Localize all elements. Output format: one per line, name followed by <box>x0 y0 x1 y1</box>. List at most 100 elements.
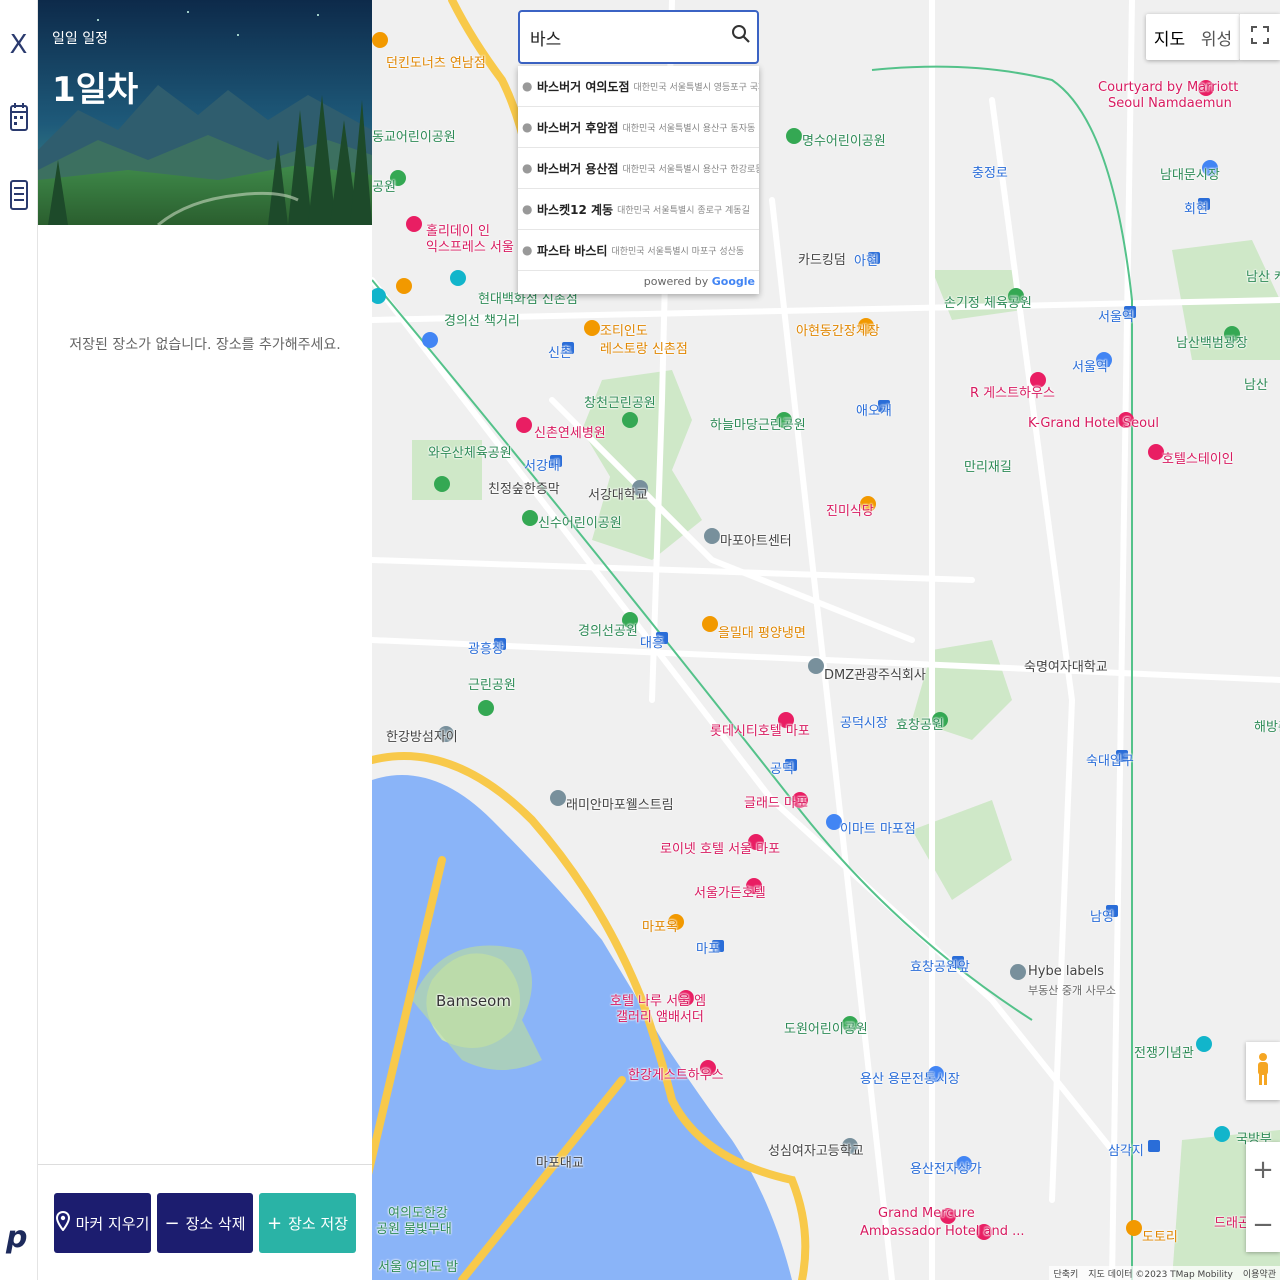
place-search-box[interactable] <box>518 10 759 64</box>
map-label[interactable]: 호텔스테이인 <box>1162 448 1234 467</box>
map-label[interactable]: Courtyard by Marriott <box>1098 80 1238 95</box>
map-label[interactable]: 로이넷 호텔 서울 마포 <box>660 838 780 857</box>
map-label[interactable]: 신수어린이공원 <box>538 512 622 531</box>
map-label[interactable]: 해방촌 <box>1254 716 1280 735</box>
map-label[interactable]: Hybe labels <box>1028 964 1104 979</box>
map-label[interactable]: DMZ관광주식회사 <box>824 664 926 683</box>
map-label[interactable]: 손기정 체육공원 <box>944 292 1032 311</box>
clear-markers-button[interactable]: 마커 지우기 <box>54 1193 151 1253</box>
zoom-out-button[interactable]: − <box>1246 1197 1280 1252</box>
suggestion-item[interactable]: ● 바스버거 후암점 대한민국 서울특별시 용산구 동자동 <box>518 107 759 148</box>
map-label[interactable]: 롯데시티호텔 마포 <box>710 720 810 739</box>
map-type-satellite-button[interactable]: 위성 <box>1193 14 1240 60</box>
map-label[interactable]: 광흥창 <box>468 638 504 657</box>
map-label[interactable]: 남산 케이 <box>1246 266 1280 285</box>
map-label[interactable]: 글래드 마포 <box>744 792 808 811</box>
map-label[interactable]: 공덕시장 <box>840 712 888 731</box>
minus-icon: − <box>164 1212 180 1234</box>
keyboard-shortcuts-link[interactable]: 단축키 <box>1053 1267 1078 1280</box>
map-label[interactable]: 동교어린이공원 <box>372 126 456 145</box>
map-label[interactable]: 조티인도 <box>600 320 648 339</box>
map-label[interactable]: 이마트 마포점 <box>840 818 916 837</box>
map-label[interactable]: 레스토랑 신촌점 <box>600 338 688 357</box>
map-label[interactable]: 도원어린이공원 <box>784 1018 868 1037</box>
map-label[interactable]: 신촌 <box>548 342 572 361</box>
map-label[interactable]: 공덕 <box>770 758 794 777</box>
map-label[interactable]: 친정숲한증막 <box>488 478 560 497</box>
map-canvas[interactable]: 던킨도너츠 연남점 동교어린이공원 공원 홀리데이 인 익스프레스 서울 홍대 … <box>372 0 1280 1280</box>
search-input[interactable] <box>528 26 732 48</box>
map-label[interactable]: 마포옥 <box>642 916 678 935</box>
map-label[interactable]: 남산 <box>1244 374 1268 393</box>
map-label[interactable]: 진미식당 <box>826 500 874 519</box>
map-label[interactable]: 서강대학교 <box>588 484 648 503</box>
map-label[interactable]: 효창공원앞 <box>910 956 970 975</box>
map-label[interactable]: 아현 <box>854 250 878 269</box>
map-label[interactable]: 숙명여자대학교 <box>1024 656 1108 675</box>
map-label[interactable]: Seoul Namdaemun <box>1108 96 1232 111</box>
map-label[interactable]: 창천근린공원 <box>584 392 656 411</box>
map-label[interactable]: 서강대 <box>524 455 560 474</box>
search-icon[interactable] <box>731 24 751 48</box>
map-label[interactable]: 만리재길 <box>964 456 1012 475</box>
map-label[interactable]: 도토리 <box>1142 1226 1178 1245</box>
map-label[interactable]: 용산 용문전통시장 <box>860 1068 960 1087</box>
map-label[interactable]: 서울역 <box>1098 306 1134 325</box>
map-label[interactable]: 명수어린이공원 <box>802 130 886 149</box>
calendar-icon[interactable] <box>0 96 37 136</box>
map-label[interactable]: 한강게스트하우스 <box>628 1064 724 1083</box>
map-label[interactable]: 용산전자상가 <box>910 1158 982 1177</box>
suggestion-item[interactable]: ● 파스타 바스티 대한민국 서울특별시 마포구 성산동 <box>518 230 759 271</box>
map-label[interactable]: 마포아트센터 <box>720 530 792 549</box>
map-label[interactable]: 아현동간장게장 <box>796 320 880 339</box>
map-label[interactable]: 카드킹덤 <box>798 249 846 268</box>
map-label[interactable]: 효창공원 <box>896 714 944 733</box>
suggestion-item[interactable]: ● 바스버거 여의도점 대한민국 서울특별시 영등포구 국제금융로 <box>518 66 759 107</box>
map-label[interactable]: 경의선공원 <box>578 620 638 639</box>
map-label[interactable]: 전쟁기념관 <box>1134 1042 1194 1061</box>
map-type-control: 지도 위성 <box>1146 14 1240 60</box>
fullscreen-button[interactable] <box>1240 14 1280 60</box>
map-label[interactable]: 서울역 <box>1072 356 1108 375</box>
map-label[interactable]: 충정로 <box>972 162 1008 181</box>
map-label[interactable]: 한강방섬자이 <box>386 726 458 745</box>
delete-place-button[interactable]: − 장소 삭제 <box>157 1193 253 1253</box>
map-label[interactable]: 경의선 책거리 <box>444 310 520 329</box>
map-label[interactable]: 마포대교 <box>536 1152 584 1171</box>
map-label[interactable]: 성심여자고등학교 <box>768 1140 864 1159</box>
map-label[interactable]: 갤러리 앰배서더 <box>616 1006 704 1025</box>
list-icon[interactable] <box>0 175 37 215</box>
save-place-button[interactable]: + 장소 저장 <box>259 1193 356 1253</box>
map-label[interactable]: 근린공원 <box>468 674 516 693</box>
zoom-in-button[interactable]: + <box>1246 1142 1280 1197</box>
map-label[interactable]: 숙대입구 <box>1086 750 1134 769</box>
suggestion-item[interactable]: ● 바스켓12 계동 대한민국 서울특별시 종로구 계동길 <box>518 189 759 230</box>
map-label[interactable]: 서울 여의도 밤 <box>378 1256 458 1275</box>
map-label[interactable]: 공원 물빛무대 <box>376 1218 452 1237</box>
map-label[interactable]: 래미안마포웰스트림 <box>566 794 674 813</box>
terms-link[interactable]: 이용약관 <box>1243 1267 1276 1280</box>
map-label[interactable]: 애오개 <box>856 400 892 419</box>
map-label[interactable]: 와우산체육공원 <box>428 442 512 461</box>
map-label[interactable]: 을밀대 평양냉면 <box>718 622 806 641</box>
map-label[interactable]: 회현 <box>1184 198 1208 217</box>
map-label[interactable]: 남산백범광장 <box>1176 332 1248 351</box>
map-label[interactable]: 서울가든호텔 <box>694 882 766 901</box>
suggestion-item[interactable]: ● 바스버거 용산점 대한민국 서울특별시 용산구 한강로동 한강... <box>518 148 759 189</box>
map-label[interactable]: R 게스트하우스 <box>970 382 1055 401</box>
street-view-pegman[interactable] <box>1246 1042 1280 1100</box>
close-icon[interactable]: X <box>0 25 37 65</box>
map-label[interactable]: 삼각지 <box>1108 1140 1144 1159</box>
map-label[interactable]: 남대문시장 <box>1160 164 1220 183</box>
map-type-roadmap-button[interactable]: 지도 <box>1146 14 1193 60</box>
map-label[interactable]: K-Grand Hotel Seoul <box>1028 416 1159 431</box>
map-label[interactable]: 공원 <box>372 176 396 195</box>
map-label[interactable]: 하늘마당근린공원 <box>710 414 806 433</box>
map-label[interactable]: Ambassador Hotel and ... <box>860 1224 1025 1239</box>
map-label[interactable]: 신촌연세병원 <box>534 422 606 441</box>
map-label[interactable]: 마포 <box>696 938 720 957</box>
map-label[interactable]: 남영 <box>1090 906 1114 925</box>
map-label[interactable]: 던킨도너츠 연남점 <box>386 52 486 71</box>
map-label[interactable]: 대흥 <box>640 632 664 651</box>
map-label[interactable]: Grand Mercure <box>878 1206 975 1221</box>
